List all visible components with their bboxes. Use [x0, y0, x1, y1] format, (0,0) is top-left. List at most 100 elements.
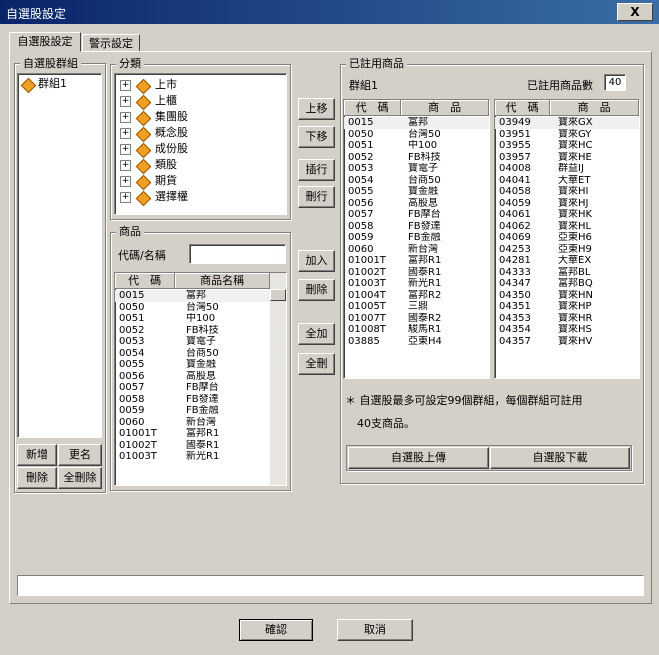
- expand-icon[interactable]: +: [120, 160, 131, 171]
- used-list-right[interactable]: 代 碼 商 品 03949 寶來GX 03951 寶來GY 03955 寶來HC 03957…: [494, 99, 640, 379]
- table-row[interactable]: 0054 台商50: [344, 175, 489, 187]
- table-row[interactable]: 0058 FB發達: [344, 221, 489, 233]
- table-row[interactable]: 03955 寶來HC: [495, 140, 639, 152]
- table-row[interactable]: 0059 FB金融: [344, 232, 489, 244]
- close-button[interactable]: X: [617, 3, 653, 21]
- table-row[interactable]: 0059 FB金融: [115, 405, 270, 417]
- table-row[interactable]: 0053 寶電子: [344, 163, 489, 175]
- tree-item[interactable]: + 上市: [117, 77, 282, 95]
- column-header-code[interactable]: 代 碼: [344, 100, 402, 115]
- column-header-name[interactable]: 商品名稱: [175, 273, 270, 288]
- table-row[interactable]: 01003T 新光R1: [344, 278, 489, 290]
- list-item[interactable]: 群組1: [20, 77, 100, 94]
- table-row[interactable]: 01003T 新光R1: [115, 451, 270, 463]
- expand-icon[interactable]: +: [120, 144, 131, 155]
- delete-all-groups-button[interactable]: 全刪除: [58, 467, 102, 489]
- table-row[interactable]: 04333 富邦BL: [495, 267, 639, 279]
- table-row[interactable]: 0060 新台灣: [344, 244, 489, 256]
- expand-icon[interactable]: +: [120, 80, 131, 91]
- table-row[interactable]: 04059 寶來HJ: [495, 198, 639, 210]
- table-row[interactable]: 0015 富邦: [344, 117, 489, 129]
- table-row[interactable]: 01001T 富邦R1: [344, 255, 489, 267]
- table-row[interactable]: 04061 寶來HK: [495, 209, 639, 221]
- tree-item[interactable]: + 期貨: [117, 173, 282, 191]
- column-header-product[interactable]: 商 品: [401, 100, 489, 115]
- table-row[interactable]: 0052 FB科技: [115, 325, 270, 337]
- table-row[interactable]: 04354 寶來HS: [495, 324, 639, 336]
- insert-row-button[interactable]: 插行: [298, 159, 335, 181]
- table-row[interactable]: 01005T 三鼎: [344, 301, 489, 313]
- ok-button[interactable]: 確認: [239, 619, 313, 641]
- table-row[interactable]: 0051 中100: [344, 140, 489, 152]
- add-group-button[interactable]: 新增: [17, 444, 57, 466]
- scrollbar-thumb[interactable]: [270, 289, 286, 301]
- expand-icon[interactable]: +: [120, 128, 131, 139]
- expand-icon[interactable]: +: [120, 112, 131, 123]
- tab-alert-settings[interactable]: 警示設定: [82, 34, 140, 52]
- tree-item[interactable]: + 選擇權: [117, 189, 282, 207]
- table-row[interactable]: 04062 寶來HL: [495, 221, 639, 233]
- table-row[interactable]: 01002T 國泰R1: [344, 267, 489, 279]
- table-row[interactable]: 0057 FB摩台: [344, 209, 489, 221]
- column-header-code[interactable]: 代 碼: [495, 100, 551, 115]
- category-tree[interactable]: + 上市 + 上櫃 + 集團股 + 概念股 + 成份股 + 類股 + 期貨 + 選擇權: [114, 73, 287, 215]
- used-list-left[interactable]: 代 碼 商 品 0015 富邦 0050 台灣50 0051 中100 0052 FB科技 00…: [343, 99, 490, 379]
- expand-icon[interactable]: +: [120, 96, 131, 107]
- table-row[interactable]: 0057 FB摩台: [115, 382, 270, 394]
- add-product-button[interactable]: 加入: [298, 250, 335, 272]
- table-row[interactable]: 03957 寶來HE: [495, 152, 639, 164]
- table-row[interactable]: 04347 富邦BQ: [495, 278, 639, 290]
- expand-icon[interactable]: +: [120, 176, 131, 187]
- expand-icon[interactable]: +: [120, 192, 131, 203]
- table-row[interactable]: 04353 寶來HR: [495, 313, 639, 325]
- table-row[interactable]: 0054 台商50: [115, 348, 270, 360]
- table-row[interactable]: 0058 FB發達: [115, 394, 270, 406]
- tab-watchlist-settings[interactable]: 自選股設定: [9, 32, 81, 52]
- upload-watchlist-button[interactable]: 自選股上傳: [348, 447, 489, 469]
- tree-item[interactable]: + 集團股: [117, 109, 282, 127]
- table-row[interactable]: 04350 寶來HN: [495, 290, 639, 302]
- table-row[interactable]: 0060 新台灣: [115, 417, 270, 429]
- table-row[interactable]: 0015 富邦: [115, 290, 270, 302]
- table-row[interactable]: 0050 台灣50: [115, 302, 270, 314]
- table-row[interactable]: 0055 寶金融: [115, 359, 270, 371]
- delete-row-button[interactable]: 刪行: [298, 186, 335, 208]
- move-up-button[interactable]: 上移: [298, 98, 335, 120]
- remove-product-button[interactable]: 刪除: [298, 279, 335, 301]
- product-list[interactable]: 代 碼 商品名稱 0015 富邦 0050 台灣50 0051 中100 0052 FB科技 0…: [114, 272, 287, 486]
- table-row[interactable]: 0056 高股息: [344, 198, 489, 210]
- rename-group-button[interactable]: 更名: [58, 444, 102, 466]
- move-down-button[interactable]: 下移: [298, 126, 335, 148]
- column-header-code[interactable]: 代 碼: [115, 273, 176, 288]
- table-row[interactable]: 04008 群益IJ: [495, 163, 639, 175]
- tree-item[interactable]: + 類股: [117, 157, 282, 175]
- add-all-button[interactable]: 全加: [298, 323, 335, 345]
- search-input[interactable]: [189, 244, 286, 264]
- table-row[interactable]: 0050 台灣50: [344, 129, 489, 141]
- product-list-scrollbar[interactable]: [270, 273, 286, 485]
- table-row[interactable]: 03951 寶來GY: [495, 129, 639, 141]
- column-header-product[interactable]: 商 品: [550, 100, 639, 115]
- table-row[interactable]: 0051 中100: [115, 313, 270, 325]
- table-row[interactable]: 04058 寶來HI: [495, 186, 639, 198]
- table-row[interactable]: 01002T 國泰R1: [115, 440, 270, 452]
- group-list[interactable]: 群組1: [17, 73, 102, 438]
- table-row[interactable]: 04281 大華EX: [495, 255, 639, 267]
- table-row[interactable]: 04041 大華ET: [495, 175, 639, 187]
- table-row[interactable]: 04357 寶來HV: [495, 336, 639, 348]
- table-row[interactable]: 0052 FB科技: [344, 152, 489, 164]
- table-row[interactable]: 0056 高股息: [115, 371, 270, 383]
- tree-item[interactable]: + 上櫃: [117, 93, 282, 111]
- table-row[interactable]: 01008T 駿馬R1: [344, 324, 489, 336]
- table-row[interactable]: 01007T 國泰R2: [344, 313, 489, 325]
- cancel-button[interactable]: 取消: [337, 619, 413, 641]
- remove-all-button[interactable]: 全刪: [298, 353, 335, 375]
- tree-item[interactable]: + 概念股: [117, 125, 282, 143]
- tree-item[interactable]: + 成份股: [117, 141, 282, 159]
- table-row[interactable]: 03885 亞東H4: [344, 336, 489, 348]
- table-row[interactable]: 04069 亞東H6: [495, 232, 639, 244]
- table-row[interactable]: 0055 寶金融: [344, 186, 489, 198]
- table-row[interactable]: 01001T 富邦R1: [115, 428, 270, 440]
- table-row[interactable]: 01004T 富邦R2: [344, 290, 489, 302]
- table-row[interactable]: 03949 寶來GX: [495, 117, 639, 129]
